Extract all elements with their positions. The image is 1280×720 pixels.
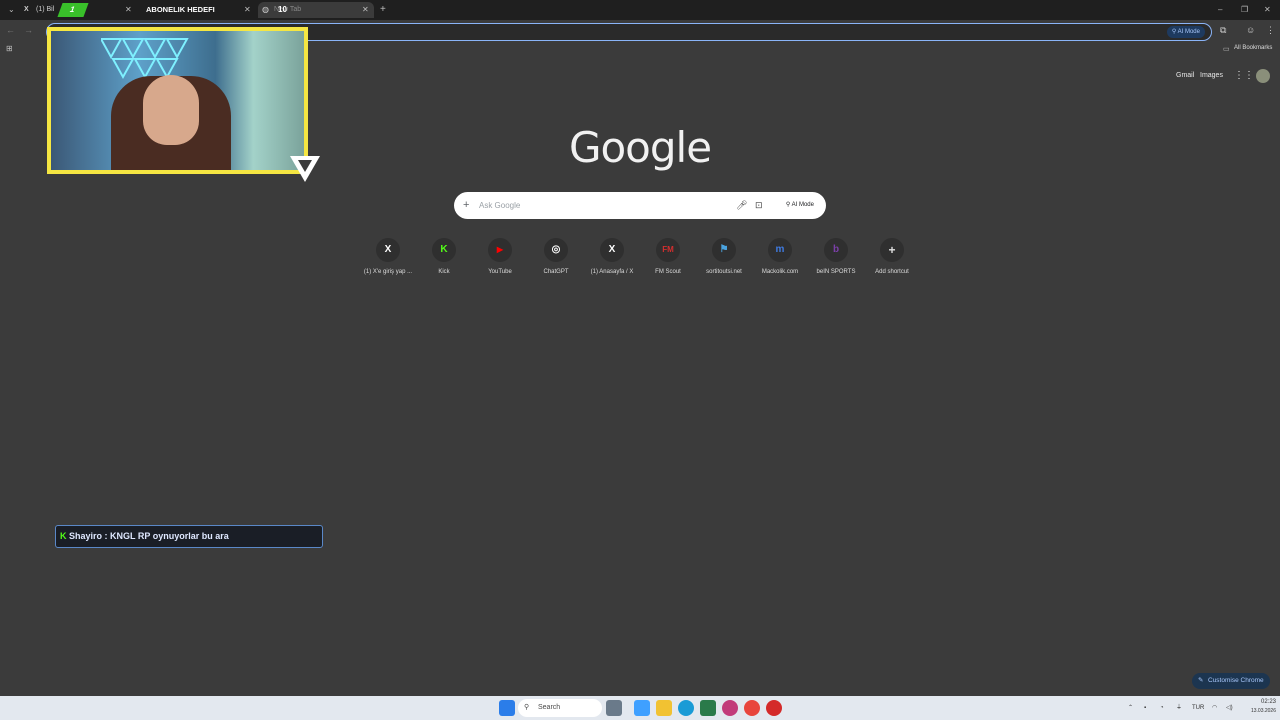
streamer-face	[143, 75, 199, 145]
tab-new-tab[interactable]: ◍ New Tab 10	[258, 2, 374, 18]
language-indicator[interactable]: TUR	[1192, 700, 1204, 716]
x-icon: X	[24, 6, 29, 13]
ai-search-icon: ⚲	[1171, 29, 1177, 35]
tray-usb-icon[interactable]: ⏚	[1176, 700, 1182, 716]
close-tab-2-icon[interactable]: ✕	[244, 3, 251, 17]
copilot-icon[interactable]	[634, 700, 650, 716]
minimize-button[interactable]: –	[1218, 3, 1222, 17]
gmail-link[interactable]: Gmail	[1176, 72, 1194, 79]
new-tab-button[interactable]: +	[380, 3, 386, 17]
shortcut-add[interactable]: + Add shortcut	[864, 236, 920, 280]
customise-chrome-button[interactable]: ✎ Customise Chrome	[1192, 673, 1270, 689]
edge-icon[interactable]	[678, 700, 694, 716]
webcam-overlay	[47, 27, 308, 174]
google-logo: Google	[568, 123, 712, 172]
obs-icon[interactable]	[766, 700, 782, 716]
taskbar-search[interactable]: ⚲ Search	[518, 699, 602, 717]
forward-arrow-icon[interactable]: →	[24, 25, 33, 35]
close-tab-3-icon[interactable]: ✕	[362, 3, 369, 17]
menu-kebab-icon[interactable]: ⋮	[1266, 25, 1275, 36]
profile-icon[interactable]: ☺	[1246, 25, 1255, 35]
tab-abonelik-hedefi[interactable]: ABONELIK HEDEFI	[146, 2, 242, 18]
kick-icon: K	[60, 531, 67, 541]
x-icon: X	[600, 238, 624, 262]
bein-sports-icon: b	[824, 238, 848, 262]
stream-badge-green: 1	[57, 3, 89, 17]
ai-mode-chip[interactable]: ⚲ AI Mode	[1166, 26, 1205, 38]
account-avatar[interactable]	[1256, 69, 1270, 83]
close-tab-1-icon[interactable]: ✕	[125, 3, 132, 17]
shortcut-x-home[interactable]: X (1) Anasayfa / X	[584, 236, 640, 280]
x-icon: X	[376, 238, 400, 262]
microphone-icon[interactable]: 🎤︎	[736, 192, 747, 219]
stream-logo-icon	[290, 156, 320, 182]
windows-taskbar: ⚲ Search ⌃ ▪ ◔ ⏚ TUR ◠ ◁) 02:23 13.03.20…	[0, 696, 1280, 720]
tray-app-icon[interactable]: ▪	[1144, 700, 1146, 716]
shortcut-kick[interactable]: K Kick	[416, 236, 472, 280]
youtube-icon: ▶	[488, 238, 512, 262]
discord-app-icon[interactable]	[722, 700, 738, 716]
widgets-icon[interactable]	[606, 700, 622, 716]
tray-chevron-icon[interactable]: ⌃	[1128, 700, 1133, 716]
folder-icon: ▭	[1223, 46, 1230, 53]
mackolik-icon: m	[768, 238, 792, 262]
store-icon[interactable]	[700, 700, 716, 716]
search-input[interactable]: Ask Google	[479, 192, 520, 219]
images-link[interactable]: Images	[1200, 72, 1223, 79]
shortcut-mackolik[interactable]: m Mackolik.com	[752, 236, 808, 280]
ai-search-icon: ⚲	[785, 202, 791, 208]
apps-grid-icon[interactable]: ⊞	[6, 44, 13, 53]
file-explorer-icon[interactable]	[656, 700, 672, 716]
ai-mode-button[interactable]: ⚲ AI Mode	[780, 197, 820, 214]
chatgpt-icon: ◎	[544, 238, 568, 262]
shortcut-bein-sports[interactable]: b beIN SPORTS	[808, 236, 864, 280]
sortitoutsi-icon: ⚑	[712, 238, 736, 262]
pencil-icon: ✎	[1198, 677, 1204, 684]
shortcut-x-login[interactable]: X (1) X'e giriş yap ...	[360, 236, 416, 280]
search-icon: ⚲	[524, 704, 530, 711]
all-bookmarks-link[interactable]: All Bookmarks	[1234, 45, 1272, 51]
tab-strip: ⌄ X (1) Bil 1 ✕ ABONELIK HEDEFI ✕ ◍ New …	[0, 0, 1280, 20]
clock[interactable]: 02:23 13.03.2026	[1240, 698, 1276, 716]
plus-icon[interactable]: +	[463, 192, 469, 219]
restore-button[interactable]: ❐	[1241, 3, 1248, 17]
volume-icon[interactable]: ◁)	[1226, 700, 1233, 716]
shortcut-fm-scout[interactable]: FM FM Scout	[640, 236, 696, 280]
chrome-icon: ◍	[262, 5, 269, 14]
google-apps-icon[interactable]: ⋮⋮	[1234, 70, 1254, 81]
plus-icon: +	[880, 238, 904, 262]
shortcut-chatgpt[interactable]: ◎ ChatGPT	[528, 236, 584, 280]
chat-message-overlay: K Shayiro : KNGL RP oynuyorlar bu ara	[55, 525, 323, 548]
tab-search-chevron-icon[interactable]: ⌄	[8, 3, 15, 17]
tray-network-icon[interactable]: ◔	[1160, 700, 1164, 716]
extensions-icon[interactable]: ⧉	[1220, 25, 1226, 36]
chrome-taskbar-icon[interactable]	[744, 700, 760, 716]
shortcut-youtube[interactable]: ▶ YouTube	[472, 236, 528, 280]
fm-scout-icon: FM	[656, 238, 680, 262]
window-close-button[interactable]: ✕	[1264, 3, 1271, 17]
windows-start-icon[interactable]	[499, 700, 515, 716]
lens-camera-icon[interactable]: ⊡	[755, 192, 763, 219]
kick-icon: K	[432, 238, 456, 262]
wifi-icon[interactable]: ◠	[1212, 700, 1217, 716]
back-arrow-icon[interactable]: ←	[6, 25, 15, 35]
shortcut-sortitoutsi[interactable]: ⚑ sortitoutsi.net	[696, 236, 752, 280]
search-box[interactable]: + Ask Google 🎤︎ ⊡ ⚲ AI Mode	[454, 192, 826, 219]
